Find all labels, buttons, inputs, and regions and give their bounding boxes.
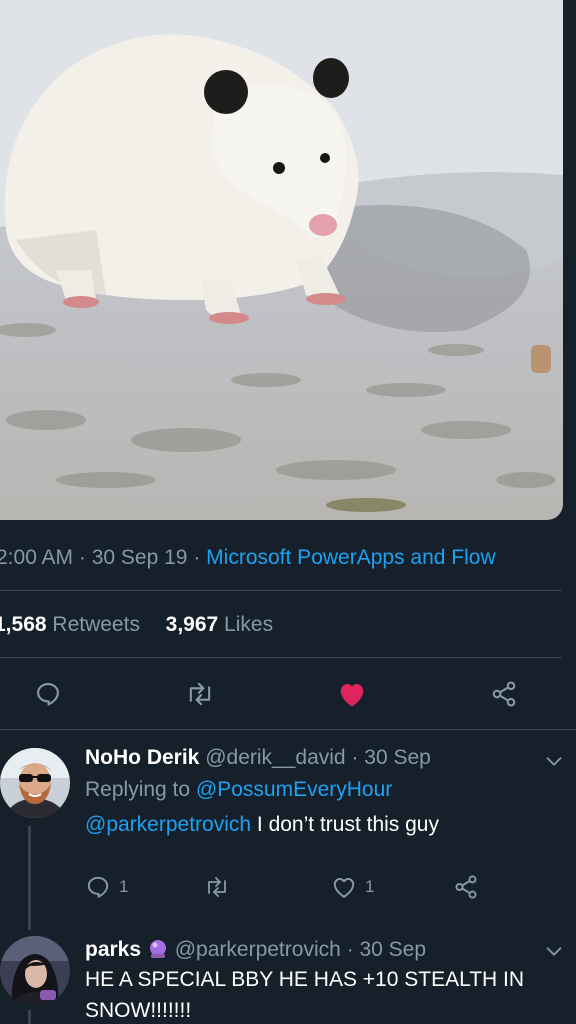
reply-button[interactable]: 1 [85,872,128,902]
mention-link[interactable]: @parkerpetrovich [85,813,251,836]
reply-text: HE A SPECIAL BBY HE HAS +10 STEALTH IN S… [85,968,525,1022]
replying-to-prefix: Replying to [85,778,191,801]
meta-separator: · [193,546,207,569]
reply-header: NoHo Derik @derik__david · 30 Sep [85,743,431,773]
share-button[interactable] [453,872,479,902]
reply-button[interactable] [30,676,66,712]
retweet-icon [189,682,211,706]
avatar[interactable] [0,748,70,818]
tweet-time: 2:00 AM [0,546,74,569]
display-name[interactable]: parks [85,938,141,961]
share-icon [455,875,477,899]
share-icon [492,681,516,707]
reply-action-bar: 1 1 [85,872,505,902]
likes-stat[interactable]: 3,967 Likes [166,613,273,636]
display-name[interactable]: NoHo Derik [85,746,199,769]
thread-line [28,1010,31,1024]
reply-header: parks @parkerpetrovich · 30 Sep [85,935,426,965]
reply-text: @parkerpetrovich I don’t trust this guy [85,809,439,841]
avatar-image [0,748,70,818]
chevron-down-icon[interactable] [543,940,565,962]
retweets-stat[interactable]: 1,568 Retweets [0,613,140,636]
thread-line [28,826,31,930]
divider [0,590,562,591]
handle[interactable]: @parkerpetrovich [175,938,341,961]
tweet-photo[interactable] [0,0,563,520]
reply-tweet[interactable]: NoHo Derik @derik__david · 30 Sep Replyi… [0,730,576,930]
avatar[interactable] [0,936,70,1006]
replying-to-mention[interactable]: @PossumEveryHour [196,778,392,801]
divider [0,657,562,658]
meta-separator: · [78,546,92,569]
tweet-source-link[interactable]: Microsoft PowerApps and Flow [206,546,495,569]
retweets-label: Retweets [52,613,140,636]
possum-photo-image [0,0,563,512]
heart-filled-icon [340,684,364,707]
replying-to-line: Replying to @PossumEveryHour [85,774,392,806]
like-count: 1 [365,877,375,896]
likes-count: 3,967 [165,613,219,636]
like-button[interactable]: 1 [331,872,374,902]
comment-icon [37,683,59,706]
tweet-meta: 2:00 AM · 30 Sep 19 · Microsoft PowerApp… [0,542,576,574]
retweet-icon [208,877,226,897]
retweets-count: 1,568 [0,613,47,636]
tweet-stats: 1,568 Retweets 3,967 Likes [0,609,273,641]
handle[interactable]: @derik__david [205,746,345,769]
reply-date: · 30 Sep [351,746,431,769]
avatar-image [0,936,70,1006]
reply-date: · 30 Sep [346,938,427,961]
heart-icon [333,878,355,898]
likes-label: Likes [224,613,274,636]
reply-body: I don’t trust this guy [251,813,439,836]
tweet-action-bar [0,670,576,718]
crystal-ball-emoji [147,938,169,960]
chevron-down-icon[interactable] [543,750,565,772]
share-button[interactable] [486,676,522,712]
retweet-button[interactable] [203,872,231,902]
retweet-button[interactable] [182,676,218,712]
comment-icon [87,876,109,898]
reply-tweet[interactable]: parks @parkerpetrovich · 30 Sep HE A SPE… [0,930,576,1024]
tweet-date: 30 Sep 19 [91,546,188,569]
like-button[interactable] [334,676,370,712]
reply-count: 1 [119,877,129,896]
